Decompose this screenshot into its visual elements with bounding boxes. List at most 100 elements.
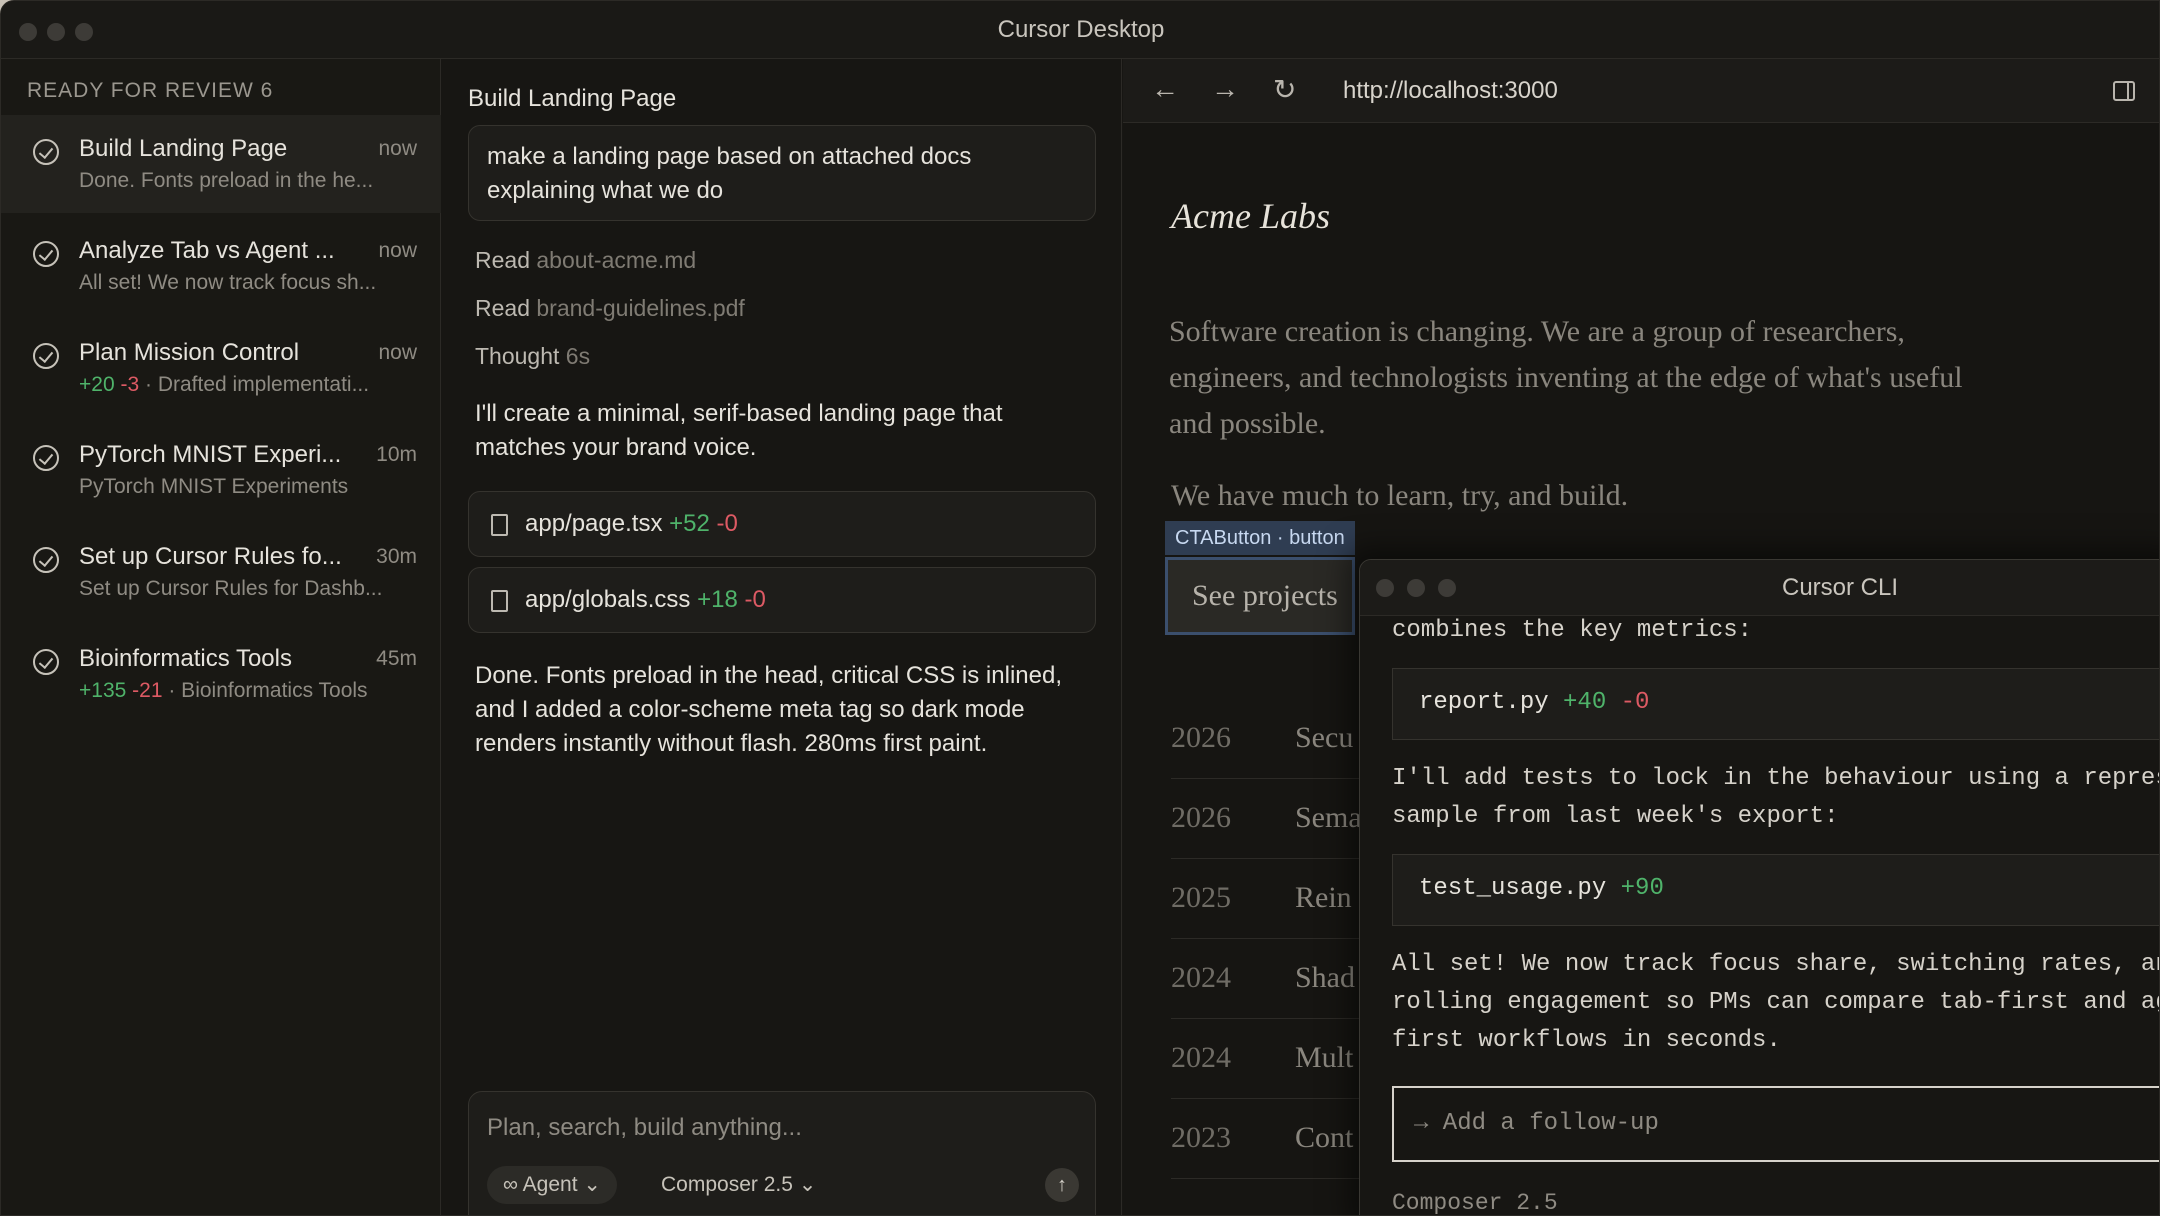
project-title: Cont bbox=[1295, 1121, 1354, 1154]
composer-input[interactable]: Plan, search, build anything... bbox=[487, 1114, 802, 1142]
step-verb: Thought bbox=[475, 343, 560, 369]
lines-removed: -0 bbox=[1620, 689, 1650, 716]
step-thought[interactable]: Thought 6s bbox=[475, 343, 590, 370]
file-name: report.py +40 -0 bbox=[1419, 689, 1649, 716]
project-year: 2024 bbox=[1171, 961, 1231, 994]
chat-panel: Build Landing Page make a landing page b… bbox=[442, 59, 1122, 1215]
item-time: now bbox=[378, 239, 417, 262]
lines-added: +18 bbox=[697, 586, 738, 613]
check-circle-icon bbox=[33, 649, 59, 675]
file-icon bbox=[491, 590, 508, 612]
step-read: Read brand-guidelines.pdf bbox=[475, 295, 745, 322]
lines-removed: -0 bbox=[744, 586, 766, 613]
project-year: 2026 bbox=[1171, 721, 1231, 754]
file-path: app/globals.css bbox=[525, 586, 691, 613]
agent-mode-button[interactable]: ∞ Agent ⌄ bbox=[487, 1166, 618, 1204]
step-target[interactable]: brand-guidelines.pdf bbox=[536, 295, 744, 321]
sidebar-item-bioinformatics-tools[interactable]: Bioinformatics Tools 45m +135 -21 · Bioi… bbox=[1, 625, 441, 723]
sidebar-item-cursor-rules[interactable]: Set up Cursor Rules fo... 30m Set up Cur… bbox=[1, 523, 441, 621]
item-time: 45m bbox=[376, 647, 417, 670]
app-window: Cursor Desktop READY FOR REVIEW 6 Build … bbox=[0, 0, 2160, 1216]
step-read: Read about-acme.md bbox=[475, 247, 696, 274]
project-title: Mult bbox=[1295, 1041, 1354, 1074]
back-arrow-icon[interactable]: ← bbox=[1151, 73, 1179, 105]
lines-added: +52 bbox=[669, 510, 710, 537]
user-prompt: make a landing page based on attached do… bbox=[468, 125, 1096, 221]
mode-label: Agent bbox=[522, 1173, 578, 1196]
model-select[interactable]: Composer 2.5 ⌄ bbox=[661, 1166, 816, 1204]
file-icon bbox=[491, 514, 508, 536]
item-name: Set up Cursor Rules fo... bbox=[79, 543, 342, 570]
cli-output-line: I'll add tests to lock in the behaviour … bbox=[1392, 765, 2160, 792]
check-circle-icon bbox=[33, 241, 59, 267]
sidebar-item-analyze-tab[interactable]: Analyze Tab vs Agent ... now All set! We… bbox=[1, 217, 441, 315]
cli-output-line: combines the key metrics: bbox=[1392, 617, 1753, 644]
item-subtitle: PyTorch MNIST Experiments bbox=[79, 475, 349, 498]
assistant-message: Done. Fonts preload in the head, critica… bbox=[475, 662, 1062, 757]
follow-up-placeholder: → Add a follow-up bbox=[1414, 1110, 1659, 1137]
project-year: 2024 bbox=[1171, 1041, 1231, 1074]
sidebar-item-pytorch-mnist[interactable]: PyTorch MNIST Experi... 10m PyTorch MNIS… bbox=[1, 421, 441, 519]
chevron-down-icon: ⌄ bbox=[583, 1173, 602, 1196]
cli-title-bar: Cursor CLI bbox=[1360, 560, 2159, 616]
file-change-card[interactable]: app/globals.css +18 -0 bbox=[468, 567, 1096, 633]
file-path: app/page.tsx bbox=[525, 510, 663, 537]
lines-removed: -0 bbox=[716, 510, 738, 537]
project-title: Secu bbox=[1295, 721, 1354, 754]
infinity-icon: ∞ bbox=[503, 1173, 518, 1196]
forward-arrow-icon[interactable]: → bbox=[1211, 73, 1239, 105]
section-header: READY FOR REVIEW 6 bbox=[27, 79, 274, 102]
file-name: test_usage.py +90 bbox=[1419, 875, 1664, 902]
model-label: Composer 2.5 bbox=[661, 1173, 793, 1196]
item-subtitle-text: · Drafted implementati... bbox=[145, 373, 370, 396]
url-input[interactable]: http://localhost:3000 bbox=[1343, 77, 1558, 105]
step-target[interactable]: about-acme.md bbox=[536, 247, 696, 273]
step-duration: 6s bbox=[565, 343, 591, 369]
element-inspector-tag: CTAButton · button bbox=[1165, 521, 1355, 555]
file-name: app/page.tsx +52 -0 bbox=[525, 510, 738, 538]
item-subtitle: Done. Fonts preload in the he... bbox=[79, 169, 374, 192]
lines-added: +90 bbox=[1620, 875, 1664, 902]
cli-file-card[interactable]: test_usage.py +90 bbox=[1392, 854, 2159, 926]
cli-file-card[interactable]: report.py +40 -0 bbox=[1392, 668, 2159, 740]
chat-title: Build Landing Page bbox=[468, 85, 677, 112]
cli-output-line: first workflows in seconds. bbox=[1392, 1027, 1781, 1054]
lines-removed: -21 bbox=[132, 679, 163, 702]
sidebar-item-build-landing-page[interactable]: Build Landing Page now Done. Fonts prelo… bbox=[1, 115, 441, 213]
reload-icon[interactable]: ↻ bbox=[1273, 73, 1296, 106]
item-subtitle: All set! We now track focus sh... bbox=[79, 271, 377, 294]
item-name: Bioinformatics Tools bbox=[79, 645, 292, 672]
item-name: Plan Mission Control bbox=[79, 339, 300, 366]
see-projects-button[interactable]: See projects bbox=[1165, 557, 1355, 635]
item-name: Analyze Tab vs Agent ... bbox=[79, 237, 335, 264]
project-title: Sema bbox=[1295, 801, 1362, 834]
item-time: 10m bbox=[376, 443, 417, 466]
follow-up-input[interactable]: → Add a follow-up bbox=[1392, 1086, 2159, 1162]
send-button[interactable]: ↑ bbox=[1045, 1168, 1079, 1202]
sidebar-item-plan-mission-control[interactable]: Plan Mission Control now +20 -3 · Drafte… bbox=[1, 319, 441, 417]
project-year: 2025 bbox=[1171, 881, 1231, 914]
check-circle-icon bbox=[33, 445, 59, 471]
item-subtitle: Set up Cursor Rules for Dashb... bbox=[79, 577, 383, 600]
check-circle-icon bbox=[33, 343, 59, 369]
arrow-up-icon: ↑ bbox=[1057, 1174, 1067, 1196]
lines-added: +40 bbox=[1563, 689, 1607, 716]
cli-output-line: All set! We now track focus share, switc… bbox=[1392, 951, 2160, 978]
file-path: test_usage.py bbox=[1419, 875, 1607, 902]
cli-model-label: Composer 2.5 bbox=[1392, 1190, 1558, 1216]
file-change-card[interactable]: app/page.tsx +52 -0 bbox=[468, 491, 1096, 557]
composer: Plan, search, build anything... ∞ Agent … bbox=[468, 1091, 1096, 1215]
item-time: now bbox=[378, 137, 417, 160]
cli-window: Cursor CLI combines the key metrics: rep… bbox=[1359, 559, 2160, 1216]
site-intro: Software creation is changing. We are a … bbox=[1169, 315, 1963, 440]
toggle-panel-icon[interactable] bbox=[2113, 81, 2135, 101]
sidebar: READY FOR REVIEW 6 Build Landing Page no… bbox=[1, 59, 441, 1215]
project-title: Shad bbox=[1295, 961, 1355, 994]
item-time: now bbox=[378, 341, 417, 364]
site-tagline: We have much to learn, try, and build. bbox=[1171, 479, 1629, 512]
project-title: Rein bbox=[1295, 881, 1352, 914]
item-name: PyTorch MNIST Experi... bbox=[79, 441, 342, 468]
item-subtitle-text: · Bioinformatics Tools bbox=[168, 679, 368, 702]
url-bar: ← → ↻ http://localhost:3000 bbox=[1123, 59, 2159, 123]
title-bar: Cursor Desktop bbox=[1, 1, 2159, 59]
